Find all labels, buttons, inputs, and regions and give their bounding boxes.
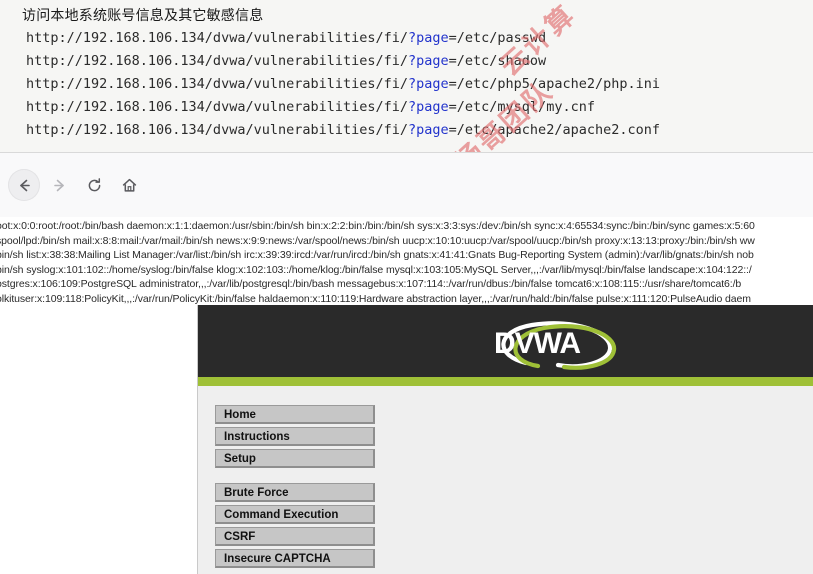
url-base: http://192.168.106.134/dvwa/vulnerabilit… <box>26 122 409 138</box>
passwd-line: oot:x:0:0:root:/root:/bin/bash daemon:x:… <box>0 220 755 232</box>
navigation-buttons <box>8 169 145 201</box>
url-query-key: ?page <box>408 30 449 46</box>
passwd-file-output: oot:x:0:0:root:/root:/bin/bash daemon:x:… <box>0 219 813 306</box>
url-example-list: http://192.168.106.134/dvwa/vulnerabilit… <box>26 27 796 142</box>
dvwa-logo: DVWA <box>492 319 624 371</box>
url-query-key: ?page <box>408 76 449 92</box>
sidebar-item-insecure-captcha[interactable]: Insecure CAPTCHA <box>215 549 375 568</box>
url-query-key: ?page <box>408 122 449 138</box>
browser-content: oot:x:0:0:root:/root:/bin/bash daemon:x:… <box>0 217 813 574</box>
url-base: http://192.168.106.134/dvwa/vulnerabilit… <box>26 99 409 115</box>
sidebar-item-brute-force[interactable]: Brute Force <box>215 483 375 502</box>
document-slide-area: 访问本地系统账号信息及其它敏感信息 http://192.168.106.134… <box>0 0 813 153</box>
dvwa-sidebar-menu: Home Instructions Setup Brute Force Comm… <box>215 405 375 571</box>
passwd-line: ostgres:x:106:109:PostgreSQL administrat… <box>0 278 742 290</box>
dvwa-accent-bar <box>198 377 813 386</box>
list-item: http://192.168.106.134/dvwa/vulnerabilit… <box>26 50 796 73</box>
home-icon <box>121 177 138 194</box>
screenshot-root: 访问本地系统账号信息及其它敏感信息 http://192.168.106.134… <box>0 0 813 574</box>
page-title: 访问本地系统账号信息及其它敏感信息 <box>22 8 264 24</box>
forward-arrow-icon <box>51 177 68 194</box>
sidebar-item-instructions[interactable]: Instructions <box>215 427 375 446</box>
url-base: http://192.168.106.134/dvwa/vulnerabilit… <box>26 30 409 46</box>
url-base: http://192.168.106.134/dvwa/vulnerabilit… <box>26 76 409 92</box>
forward-button[interactable] <box>43 169 75 201</box>
url-query-key: ?page <box>408 99 449 115</box>
passwd-line: bin/sh list:x:38:38:Mailing List Manager… <box>0 249 754 261</box>
url-base: http://192.168.106.134/dvwa/vulnerabilit… <box>26 53 409 69</box>
sidebar-item-csrf[interactable]: CSRF <box>215 527 375 546</box>
sidebar-item-command-execution[interactable]: Command Execution <box>215 505 375 524</box>
reload-icon <box>86 177 103 194</box>
passwd-line: bin/sh syslog:x:101:102::/home/syslog:/b… <box>0 263 752 276</box>
dvwa-body: Home Instructions Setup Brute Force Comm… <box>198 386 813 574</box>
url-query-value: =/etc/apache2/apache2.conf <box>448 122 660 138</box>
url-query-key: ?page <box>408 53 449 69</box>
sidebar-item-home[interactable]: Home <box>215 405 375 424</box>
list-item: http://192.168.106.134/dvwa/vulnerabilit… <box>26 73 796 96</box>
reload-button[interactable] <box>78 169 110 201</box>
url-query-value: =/etc/php5/apache2/php.ini <box>448 76 660 92</box>
back-button[interactable] <box>8 169 40 201</box>
list-item: http://192.168.106.134/dvwa/vulnerabilit… <box>26 119 796 142</box>
passwd-line: olkituser:x:109:118:PolicyKit,,,:/var/ru… <box>0 292 751 305</box>
browser-toolbar: .92.168.106.134/dvwa/vulnerabilities/fi/… <box>0 153 813 353</box>
sidebar-item-setup[interactable]: Setup <box>215 449 375 468</box>
menu-divider <box>215 471 375 483</box>
url-query-value: =/etc/mysql/my.cnf <box>448 99 595 115</box>
dvwa-logo-text: DVWA <box>494 327 581 360</box>
back-arrow-icon <box>16 177 33 194</box>
url-query-value: =/etc/shadow <box>448 53 547 69</box>
passwd-line: spool/lpd:/bin/sh mail:x:8:8:mail:/var/m… <box>0 234 755 247</box>
dvwa-app: DVWA Home Instructions Setup Brute Force… <box>197 305 813 574</box>
home-button[interactable] <box>113 169 145 201</box>
list-item: http://192.168.106.134/dvwa/vulnerabilit… <box>26 27 796 50</box>
url-query-value: =/etc/passwd <box>448 30 547 46</box>
list-item: http://192.168.106.134/dvwa/vulnerabilit… <box>26 96 796 119</box>
dvwa-header: DVWA <box>198 305 813 377</box>
